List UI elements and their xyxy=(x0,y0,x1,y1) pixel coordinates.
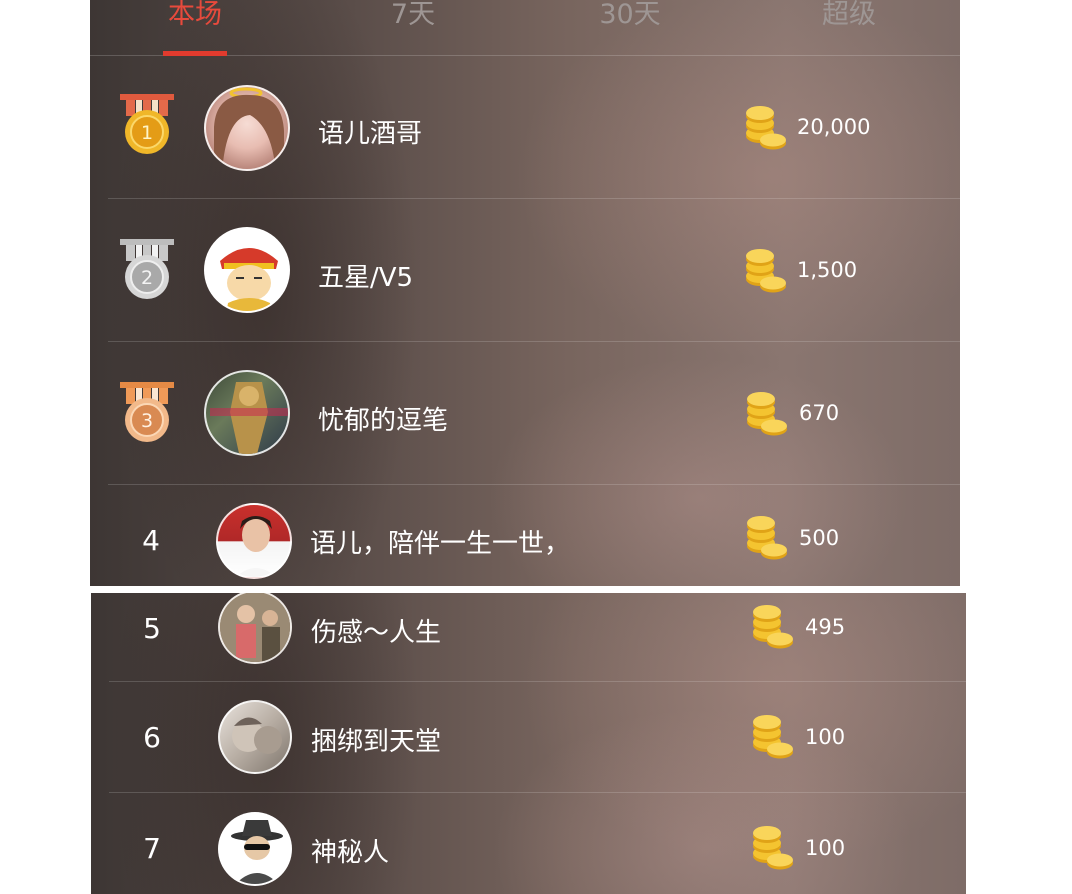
coin-score: 20,000 xyxy=(797,115,871,139)
coins-icon xyxy=(753,826,793,870)
avatar[interactable] xyxy=(204,85,290,171)
coins-icon xyxy=(746,249,786,293)
user-name[interactable]: 忧郁的逗笔 xyxy=(318,400,448,437)
rank-number: 7 xyxy=(143,832,161,865)
svg-text:2: 2 xyxy=(141,267,153,289)
coin-score: 100 xyxy=(805,836,846,860)
coin-score: 1,500 xyxy=(797,258,858,282)
tab-30-days[interactable]: 30天 xyxy=(580,0,680,55)
avatar[interactable] xyxy=(204,227,290,313)
bronze-medal-icon: 3 xyxy=(120,382,174,442)
leaderboard-row[interactable]: 6 捆绑到天堂 100 xyxy=(91,682,966,793)
coin-score: 670 xyxy=(799,401,840,425)
leaderboard-row[interactable]: 4 语儿，陪伴一生一世， 500 xyxy=(90,485,960,586)
coins-icon xyxy=(746,106,786,150)
user-name[interactable]: 神秘人 xyxy=(311,832,389,869)
rank-number: 4 xyxy=(142,524,160,557)
coins-icon xyxy=(753,715,793,759)
coins-icon xyxy=(747,392,787,436)
user-name[interactable]: 伤感～人生 xyxy=(311,612,441,649)
silver-medal-icon: 2 xyxy=(120,239,174,299)
tab-7-days[interactable]: 7天 xyxy=(368,0,458,55)
leaderboard-row[interactable]: 5 伤感～人生 495 xyxy=(91,593,966,682)
avatar[interactable] xyxy=(216,503,292,579)
svg-text:3: 3 xyxy=(141,410,153,432)
leaderboard-row[interactable]: 1 语儿酒哥 20,000 xyxy=(90,57,960,199)
rank-number: 5 xyxy=(143,612,161,645)
coins-icon xyxy=(747,516,787,560)
coin-score: 100 xyxy=(805,725,846,749)
leaderboard-panel-top: 本场 7天 30天 超级 1 语儿酒哥 20,000 2 五星/V5 1,500… xyxy=(90,0,960,586)
tab-this-session[interactable]: 本场 xyxy=(150,0,240,55)
leaderboard-row[interactable]: 3 忧郁的逗笔 670 xyxy=(90,342,960,485)
leaderboard-row[interactable]: 7 神秘人 100 xyxy=(91,793,966,894)
avatar[interactable] xyxy=(218,700,292,774)
tab-bar: 本场 7天 30天 超级 xyxy=(90,0,960,56)
coin-score: 495 xyxy=(805,615,846,639)
leaderboard-row[interactable]: 2 五星/V5 1,500 xyxy=(90,199,960,342)
avatar[interactable] xyxy=(218,593,292,664)
user-name[interactable]: 语儿，陪伴一生一世， xyxy=(310,523,570,560)
user-name[interactable]: 语儿酒哥 xyxy=(318,113,422,150)
svg-text:1: 1 xyxy=(141,122,153,144)
active-tab-indicator xyxy=(163,51,227,56)
gold-medal-icon: 1 xyxy=(120,94,174,154)
coin-score: 500 xyxy=(799,526,840,550)
coins-icon xyxy=(753,605,793,649)
avatar[interactable] xyxy=(218,812,292,886)
user-name[interactable]: 捆绑到天堂 xyxy=(311,721,441,758)
avatar[interactable] xyxy=(204,370,290,456)
user-name[interactable]: 五星/V5 xyxy=(318,257,413,294)
rank-number: 6 xyxy=(143,721,161,754)
tab-super[interactable]: 超级 xyxy=(804,0,894,55)
mystery-user-icon xyxy=(231,820,283,884)
leaderboard-panel-bottom: 5 伤感～人生 495 6 捆绑到天堂 100 7 神秘人 100 xyxy=(91,593,966,894)
